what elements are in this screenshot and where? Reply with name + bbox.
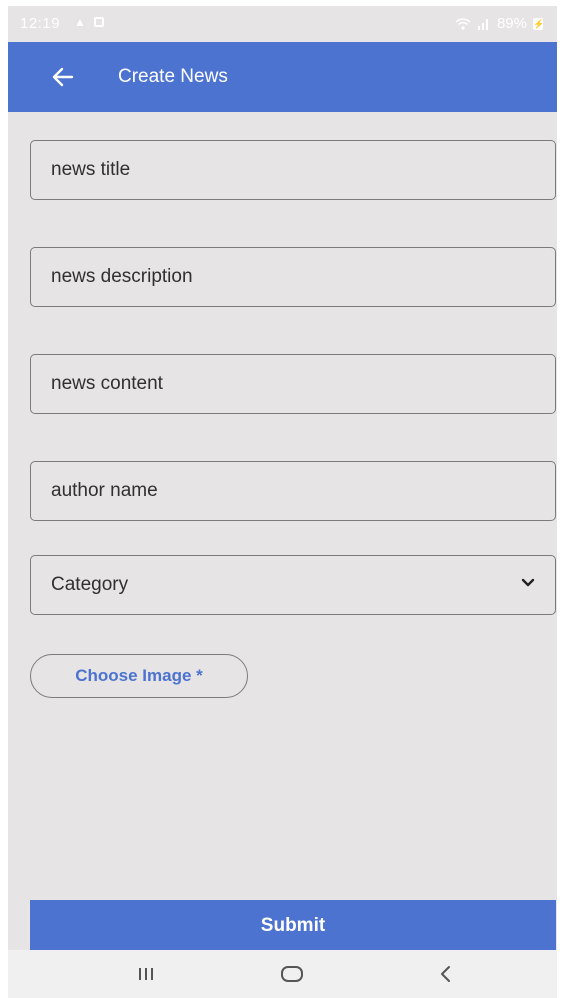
status-time: 12:19 (20, 15, 61, 32)
signal-icon (477, 18, 488, 30)
news-content-field[interactable] (30, 354, 556, 414)
nav-back-button[interactable] (426, 960, 466, 988)
recent-apps-button[interactable] (126, 960, 166, 988)
news-title-input[interactable] (31, 159, 555, 181)
recent-apps-icon (139, 968, 153, 980)
author-name-input[interactable] (31, 480, 555, 502)
warning-icon: ▲ (74, 15, 86, 29)
app-bar: Create News (8, 42, 557, 112)
chevron-down-icon (521, 578, 535, 587)
wifi-icon (455, 17, 471, 30)
screen: 12:19 ▲ 89% ⚡ Create News news title new… (8, 6, 557, 998)
choose-image-button[interactable]: Choose Image * (30, 654, 248, 698)
category-select[interactable]: Category (30, 555, 556, 615)
category-label: Category (51, 574, 129, 595)
submit-button[interactable]: Submit (30, 900, 556, 952)
status-bar: 12:19 ▲ 89% ⚡ (8, 6, 557, 42)
home-button[interactable] (272, 960, 312, 988)
battery-percent: 89% (496, 15, 527, 32)
system-nav-bar (8, 950, 557, 998)
notification-icon (93, 17, 104, 27)
news-description-input[interactable] (31, 266, 555, 288)
back-button[interactable] (46, 60, 80, 94)
page-title: Create News (118, 66, 228, 87)
home-icon (281, 966, 303, 982)
news-title-field[interactable] (30, 140, 556, 200)
news-description-field[interactable] (30, 247, 556, 307)
arrow-left-icon (52, 67, 74, 87)
status-right: 89% ⚡ (455, 15, 545, 32)
nav-back-icon (441, 966, 450, 982)
author-name-field[interactable] (30, 461, 556, 521)
status-notification-icons: ▲ (74, 15, 104, 29)
news-content-input[interactable] (31, 373, 555, 395)
battery-icon: ⚡ (533, 17, 545, 30)
